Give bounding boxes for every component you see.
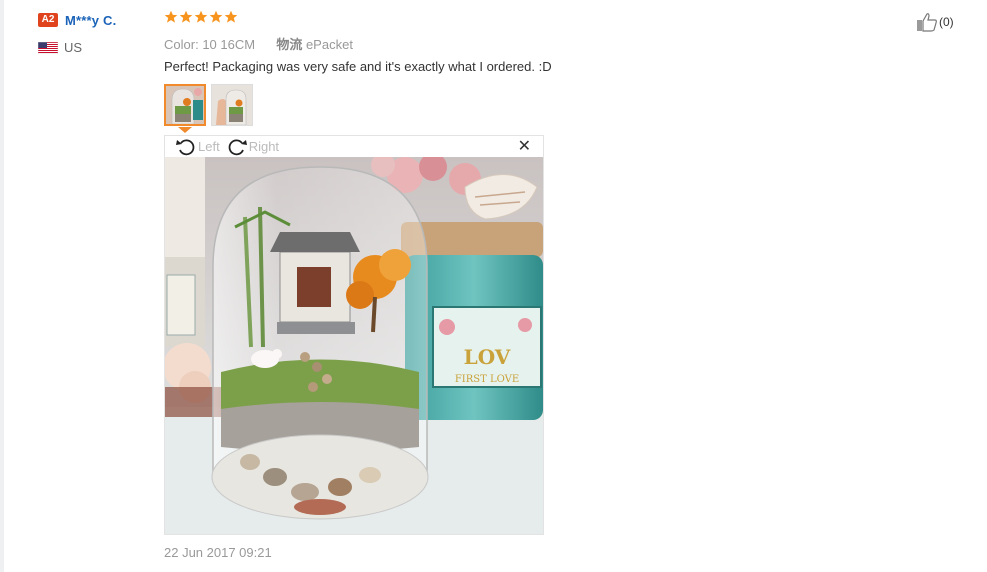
buyer-level-badge: A2 (38, 13, 58, 27)
page-left-border (0, 0, 4, 572)
thumbs-up-icon (917, 13, 937, 32)
us-flag-icon (38, 41, 58, 54)
rotate-left-icon (176, 138, 195, 155)
helpful-button[interactable]: (0) (916, 12, 954, 32)
terrarium-thumbnail-image (166, 86, 204, 124)
active-thumbnail-pointer (178, 127, 192, 133)
review-photo-thumbnails (164, 84, 258, 126)
buyer-name-link[interactable]: M***y C. (65, 13, 116, 28)
terrarium-thumbnail-image-2 (212, 85, 252, 125)
photo-thumbnail-1[interactable] (164, 84, 206, 126)
jar-label-text: LOV (464, 345, 511, 369)
photo-viewer: Left Right ✕ LOV FIRST LOVE (164, 135, 544, 535)
photo-thumbnail-2[interactable] (211, 84, 253, 126)
star-icon (224, 10, 238, 23)
rotate-left-button[interactable]: Left (175, 137, 220, 157)
helpful-count: (0) (939, 15, 954, 29)
review-date: 22 Jun 2017 09:21 (164, 545, 272, 560)
star-icon (164, 10, 178, 23)
close-icon[interactable]: ✕ (518, 139, 531, 155)
star-icon (194, 10, 208, 23)
buyer-info: A2 M***y C. US (38, 12, 158, 55)
review-meta: Color: 10 16CM 物流 ePacket (164, 34, 904, 52)
rotate-left-label: Left (198, 139, 220, 154)
rotate-right-label: Right (248, 139, 280, 154)
rotate-right-button[interactable]: Right (226, 137, 279, 157)
color-value: 10 16CM (202, 37, 256, 52)
rotate-right-icon (228, 138, 247, 155)
color-label: Color: (164, 37, 199, 52)
buyer-country: US (64, 40, 83, 55)
terrarium-photo: LOV FIRST LOVE (165, 157, 543, 534)
review-comment: Perfect! Packaging was very safe and it'… (164, 59, 552, 74)
star-icon (179, 10, 193, 23)
buyer-name-row: A2 M***y C. (38, 12, 158, 28)
buyer-country-row: US (38, 40, 158, 55)
shipping-label: 物流 (276, 37, 303, 52)
review-body: Color: 10 16CM 物流 ePacket Perfect! Packa… (164, 10, 904, 75)
star-rating (164, 10, 904, 28)
jar-sublabel-text: FIRST LOVE (455, 374, 519, 385)
star-icon (209, 10, 223, 23)
shipping-value: ePacket (305, 37, 353, 52)
viewer-toolbar: Left Right ✕ (165, 136, 543, 157)
